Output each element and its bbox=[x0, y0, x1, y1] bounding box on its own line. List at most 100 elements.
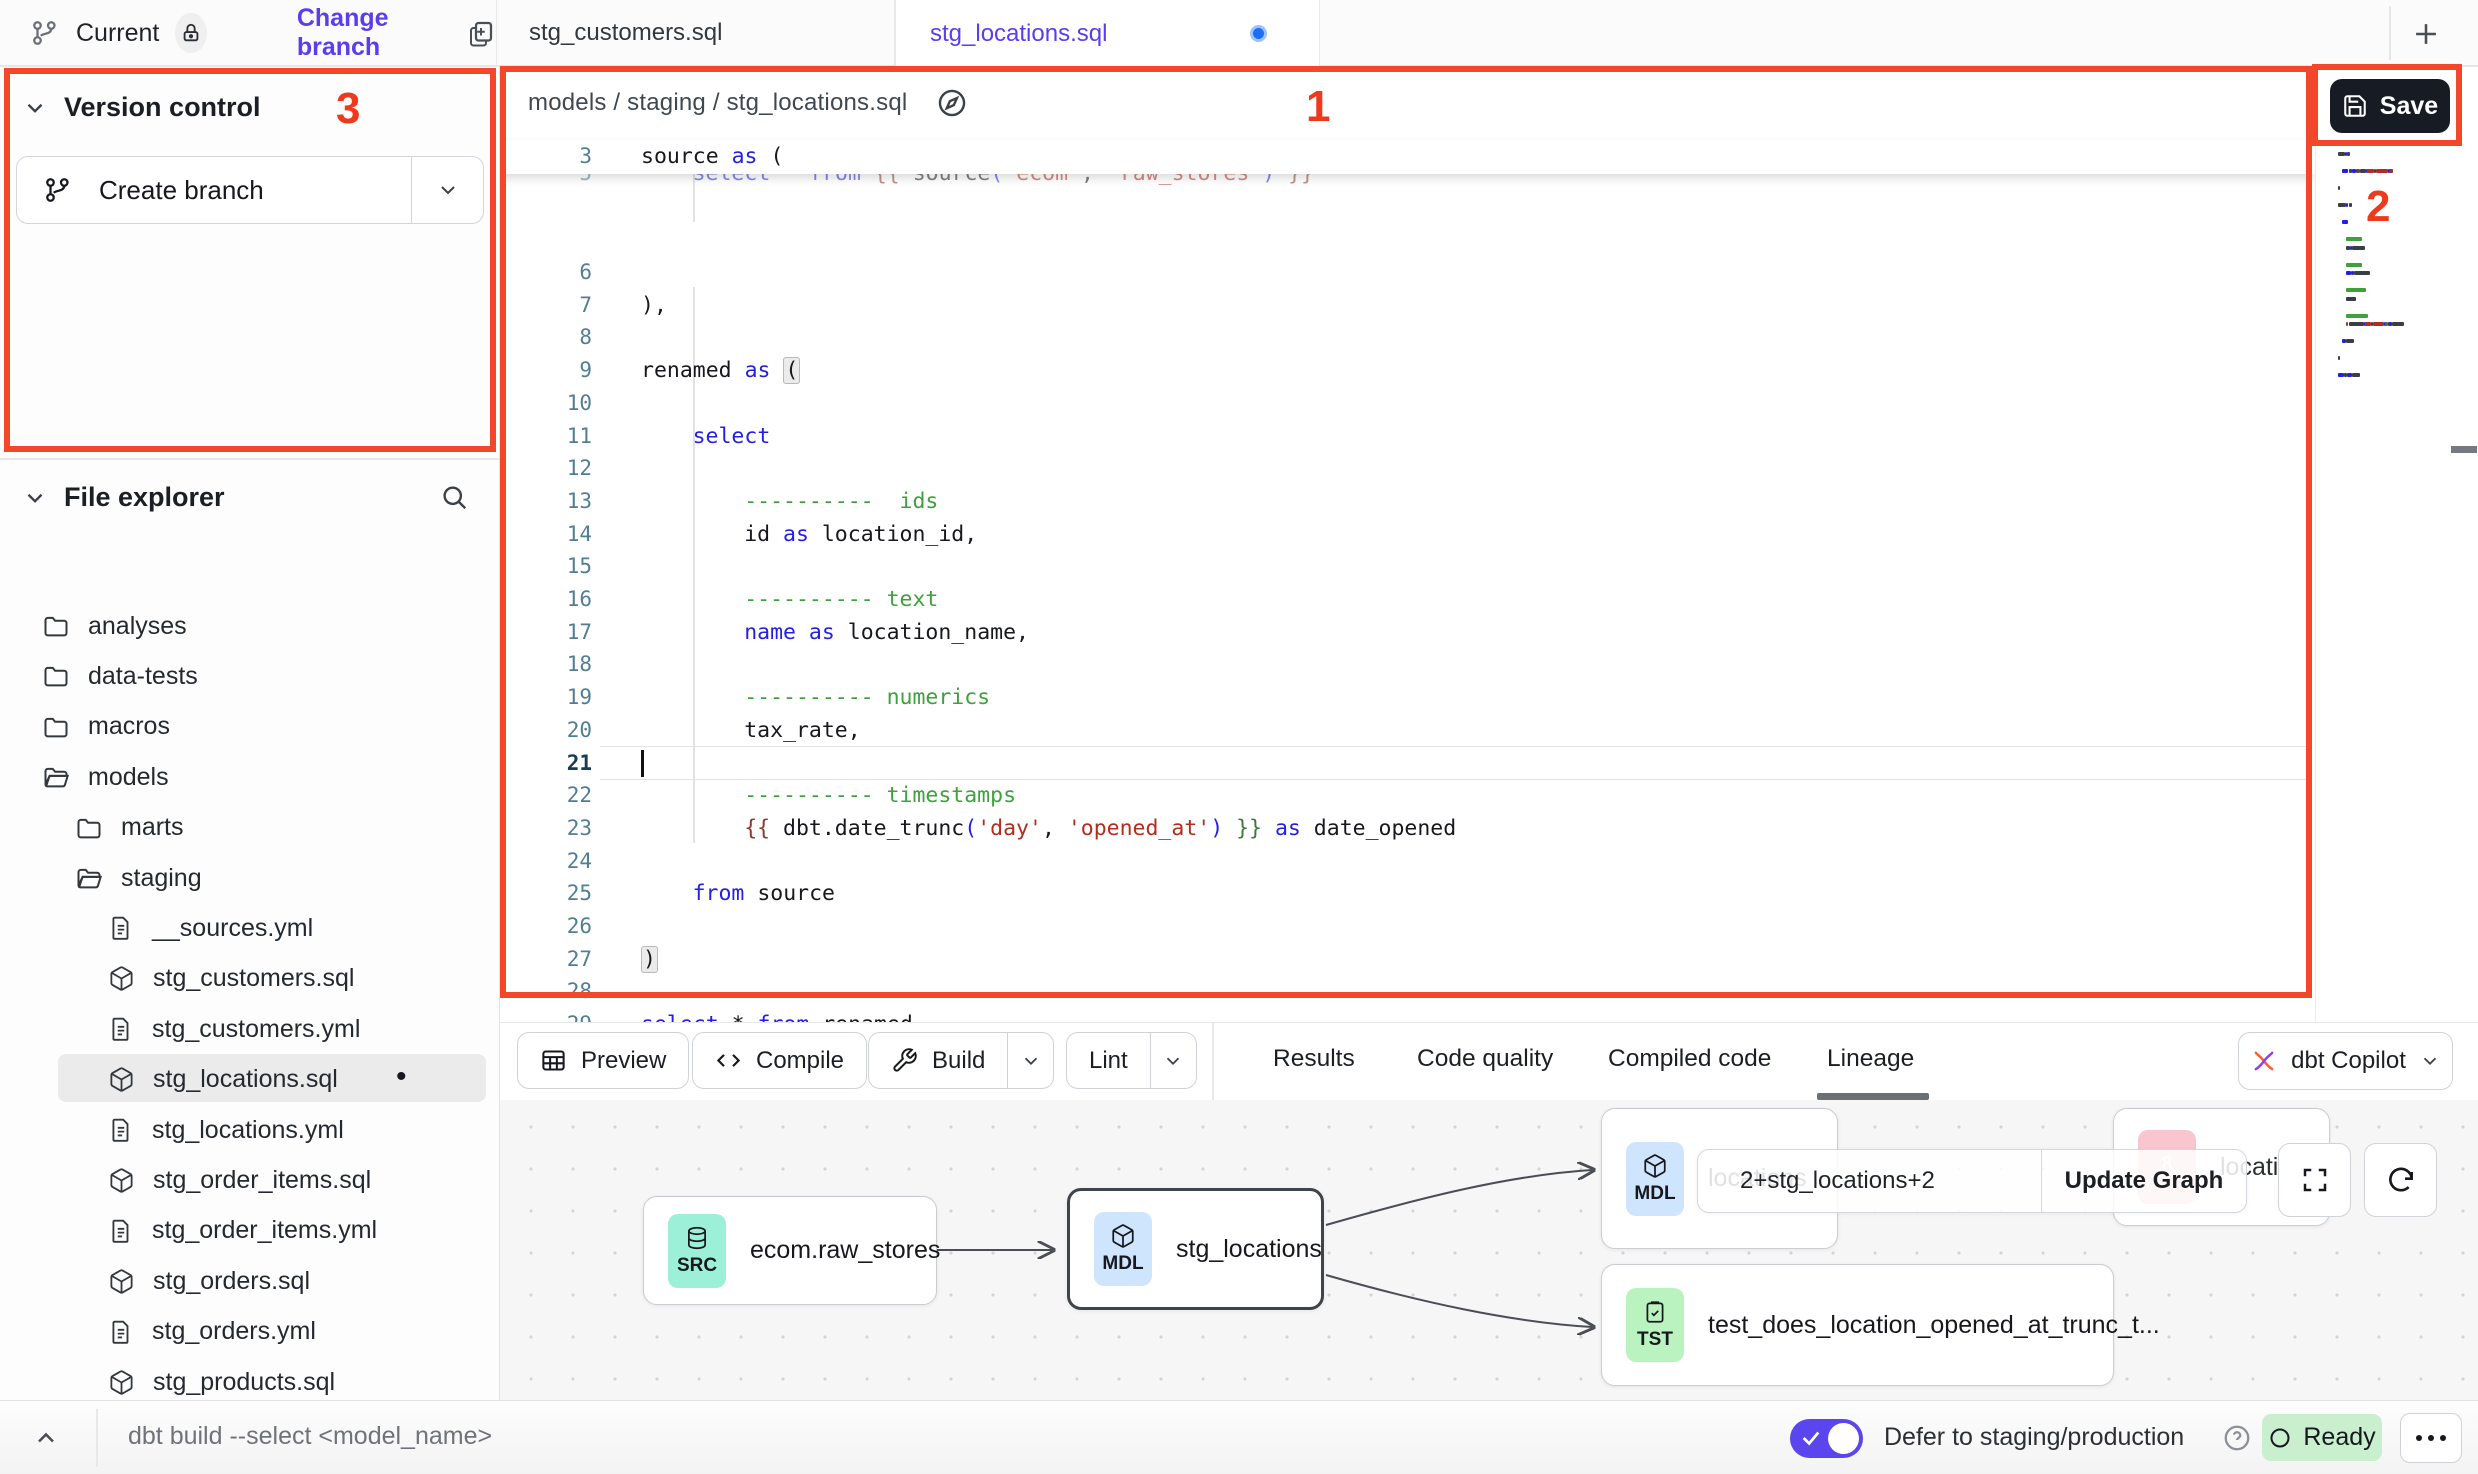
code-line-29[interactable]: 29select * from renamed bbox=[500, 1008, 2315, 1022]
code-line-27[interactable]: 27) bbox=[500, 943, 2315, 976]
file-item-stg-orders-sql[interactable]: stg_orders.sql bbox=[108, 1259, 310, 1303]
file-explorer-header[interactable]: File explorer bbox=[22, 482, 225, 513]
model-badge: MDL bbox=[1626, 1142, 1684, 1216]
save-button[interactable]: Save bbox=[2330, 79, 2450, 133]
code-line-7[interactable]: 7), bbox=[500, 289, 2315, 322]
minimap-line bbox=[2338, 348, 2458, 352]
file-item-stg-orders-yml[interactable]: stg_orders.yml bbox=[108, 1310, 316, 1354]
code-token: source bbox=[744, 881, 835, 906]
minimap-line bbox=[2338, 373, 2458, 377]
tab-lineage[interactable]: Lineage bbox=[1827, 1023, 1914, 1095]
code-line-22[interactable]: 22---------- timestamps bbox=[500, 779, 2315, 812]
lineage-canvas[interactable]: MDL locations locatio SRC ecom.raw_store… bbox=[500, 1100, 2478, 1400]
code-line-20[interactable]: 20tax_rate, bbox=[500, 714, 2315, 747]
build-button[interactable]: Build bbox=[868, 1032, 1054, 1089]
lint-button[interactable]: Lint bbox=[1066, 1032, 1197, 1089]
lineage-selector-input[interactable]: 2+stg_locations+2 bbox=[1698, 1167, 2041, 1195]
lineage-node-test[interactable]: TST test_does_location_opened_at_trunc_t… bbox=[1601, 1264, 2114, 1386]
file-item-stg-order-items-sql[interactable]: stg_order_items.sql bbox=[108, 1158, 371, 1202]
refresh-icon[interactable] bbox=[2364, 1143, 2437, 1217]
folder-open-icon bbox=[42, 763, 70, 791]
ready-label: Ready bbox=[2303, 1423, 2375, 1452]
lint-dropdown[interactable] bbox=[1150, 1033, 1196, 1088]
code-line-9[interactable]: 9renamed as ( bbox=[500, 354, 2315, 387]
code-line-26[interactable]: 26 bbox=[500, 910, 2315, 943]
new-tab-button[interactable] bbox=[2404, 12, 2448, 56]
chevron-up-icon[interactable] bbox=[24, 1421, 68, 1455]
file-search-icon[interactable] bbox=[439, 482, 469, 512]
tab-stg-locations[interactable]: stg_locations.sql bbox=[895, 0, 1320, 68]
dbt-copilot-button[interactable]: dbt Copilot bbox=[2238, 1032, 2453, 1090]
code-line-25[interactable]: 25from source bbox=[500, 877, 2315, 910]
code-token: name bbox=[744, 620, 796, 645]
build-dropdown[interactable] bbox=[1007, 1033, 1053, 1088]
file-item-stg-products-sql[interactable]: stg_products.sql bbox=[108, 1360, 335, 1404]
line-number: 18 bbox=[500, 648, 592, 681]
file-item-stg-locations-yml[interactable]: stg_locations.yml bbox=[108, 1108, 344, 1152]
folder-open-icon bbox=[75, 864, 103, 892]
minimap-line bbox=[2338, 246, 2458, 250]
minimap-line bbox=[2338, 161, 2458, 165]
tab-code-quality[interactable]: Code quality bbox=[1417, 1023, 1553, 1095]
tab-stg-customers[interactable]: stg_customers.sql bbox=[496, 0, 895, 66]
create-branch-dropdown[interactable] bbox=[411, 157, 483, 223]
more-options-button[interactable] bbox=[2400, 1413, 2462, 1463]
code-line-28[interactable]: 28 bbox=[500, 975, 2315, 1008]
code-token: ) bbox=[1210, 816, 1223, 841]
preview-button[interactable]: Preview bbox=[517, 1032, 689, 1089]
code-line-6[interactable]: 6 bbox=[500, 256, 2315, 289]
file-item-stg-order-items-yml[interactable]: stg_order_items.yml bbox=[108, 1209, 377, 1253]
copy-branch-icon[interactable] bbox=[466, 18, 496, 48]
tab-label: stg_customers.sql bbox=[529, 19, 722, 47]
file-item-macros[interactable]: macros bbox=[42, 705, 170, 749]
change-branch-link[interactable]: Change branch bbox=[297, 4, 440, 62]
code-line-21[interactable]: 21 bbox=[500, 747, 2315, 780]
code-line-23[interactable]: 23{{ dbt.date_trunc('day', 'opened_at') … bbox=[500, 812, 2315, 845]
file-item-stg-customers-yml[interactable]: stg_customers.yml bbox=[108, 1007, 360, 1051]
help-icon[interactable] bbox=[2222, 1423, 2252, 1453]
tab-results[interactable]: Results bbox=[1273, 1023, 1355, 1095]
code-line-10[interactable]: 10 bbox=[500, 387, 2315, 420]
scrollbar-thumb[interactable] bbox=[2451, 446, 2477, 453]
file-item-staging[interactable]: staging bbox=[75, 856, 202, 900]
defer-toggle[interactable] bbox=[1790, 1419, 1863, 1458]
code-line-24[interactable]: 24 bbox=[500, 845, 2315, 878]
code-editor[interactable]: models / staging / stg_locations.sql 5se… bbox=[500, 66, 2315, 1022]
minimap-line bbox=[2338, 169, 2458, 173]
fullscreen-button[interactable] bbox=[2278, 1143, 2351, 1217]
code-token: source bbox=[641, 144, 732, 169]
code-line-8[interactable]: 8 bbox=[500, 321, 2315, 354]
file-item-data-tests[interactable]: data-tests bbox=[42, 654, 198, 698]
code-line-16[interactable]: 16---------- text bbox=[500, 583, 2315, 616]
file-item-stg-locations-sql[interactable]: stg_locations.sql bbox=[108, 1058, 338, 1102]
file-item-analyses[interactable]: analyses bbox=[42, 604, 187, 648]
file-item-marts[interactable]: marts bbox=[75, 806, 184, 850]
tab-compiled-code[interactable]: Compiled code bbox=[1608, 1023, 1771, 1095]
compile-button[interactable]: Compile bbox=[692, 1032, 867, 1089]
update-graph-button[interactable]: Update Graph bbox=[2041, 1150, 2246, 1212]
code-line-15[interactable]: 15 bbox=[500, 550, 2315, 583]
code-line-17[interactable]: 17name as location_name, bbox=[500, 616, 2315, 649]
code-line-18[interactable]: 18 bbox=[500, 648, 2315, 681]
version-control-header[interactable]: Version control bbox=[22, 92, 261, 123]
code-line-12[interactable]: 12 bbox=[500, 452, 2315, 485]
create-branch-button[interactable]: Create branch bbox=[16, 156, 484, 224]
lineage-node-stg-locations[interactable]: MDL stg_locations bbox=[1067, 1188, 1324, 1310]
file-item-models[interactable]: models bbox=[42, 755, 169, 799]
file-item-stg-customers-sql[interactable]: stg_customers.sql bbox=[108, 957, 354, 1001]
line-number: 24 bbox=[500, 845, 592, 878]
sticky-line-3[interactable]: 3source as ( bbox=[500, 140, 2315, 173]
sticky-scroll-line[interactable]: 3source as ( bbox=[500, 140, 2315, 174]
lineage-node-source[interactable]: SRC ecom.raw_stores bbox=[643, 1196, 937, 1305]
command-input[interactable]: dbt build --select <model_name> bbox=[128, 1422, 492, 1451]
minimap[interactable] bbox=[2338, 152, 2458, 390]
line-number: 21 bbox=[500, 747, 592, 780]
code-line-19[interactable]: 19---------- numerics bbox=[500, 681, 2315, 714]
code-token: * bbox=[719, 1012, 758, 1022]
file-item--sources-yml[interactable]: __sources.yml bbox=[108, 906, 313, 950]
code-line-13[interactable]: 13---------- ids bbox=[500, 485, 2315, 518]
code-line-14[interactable]: 14id as location_id, bbox=[500, 518, 2315, 551]
code-area[interactable]: 5select * from {{ source('ecom', 'raw_st… bbox=[500, 140, 2315, 1022]
view-docs-icon[interactable] bbox=[929, 80, 975, 126]
code-line-11[interactable]: 11select bbox=[500, 420, 2315, 453]
